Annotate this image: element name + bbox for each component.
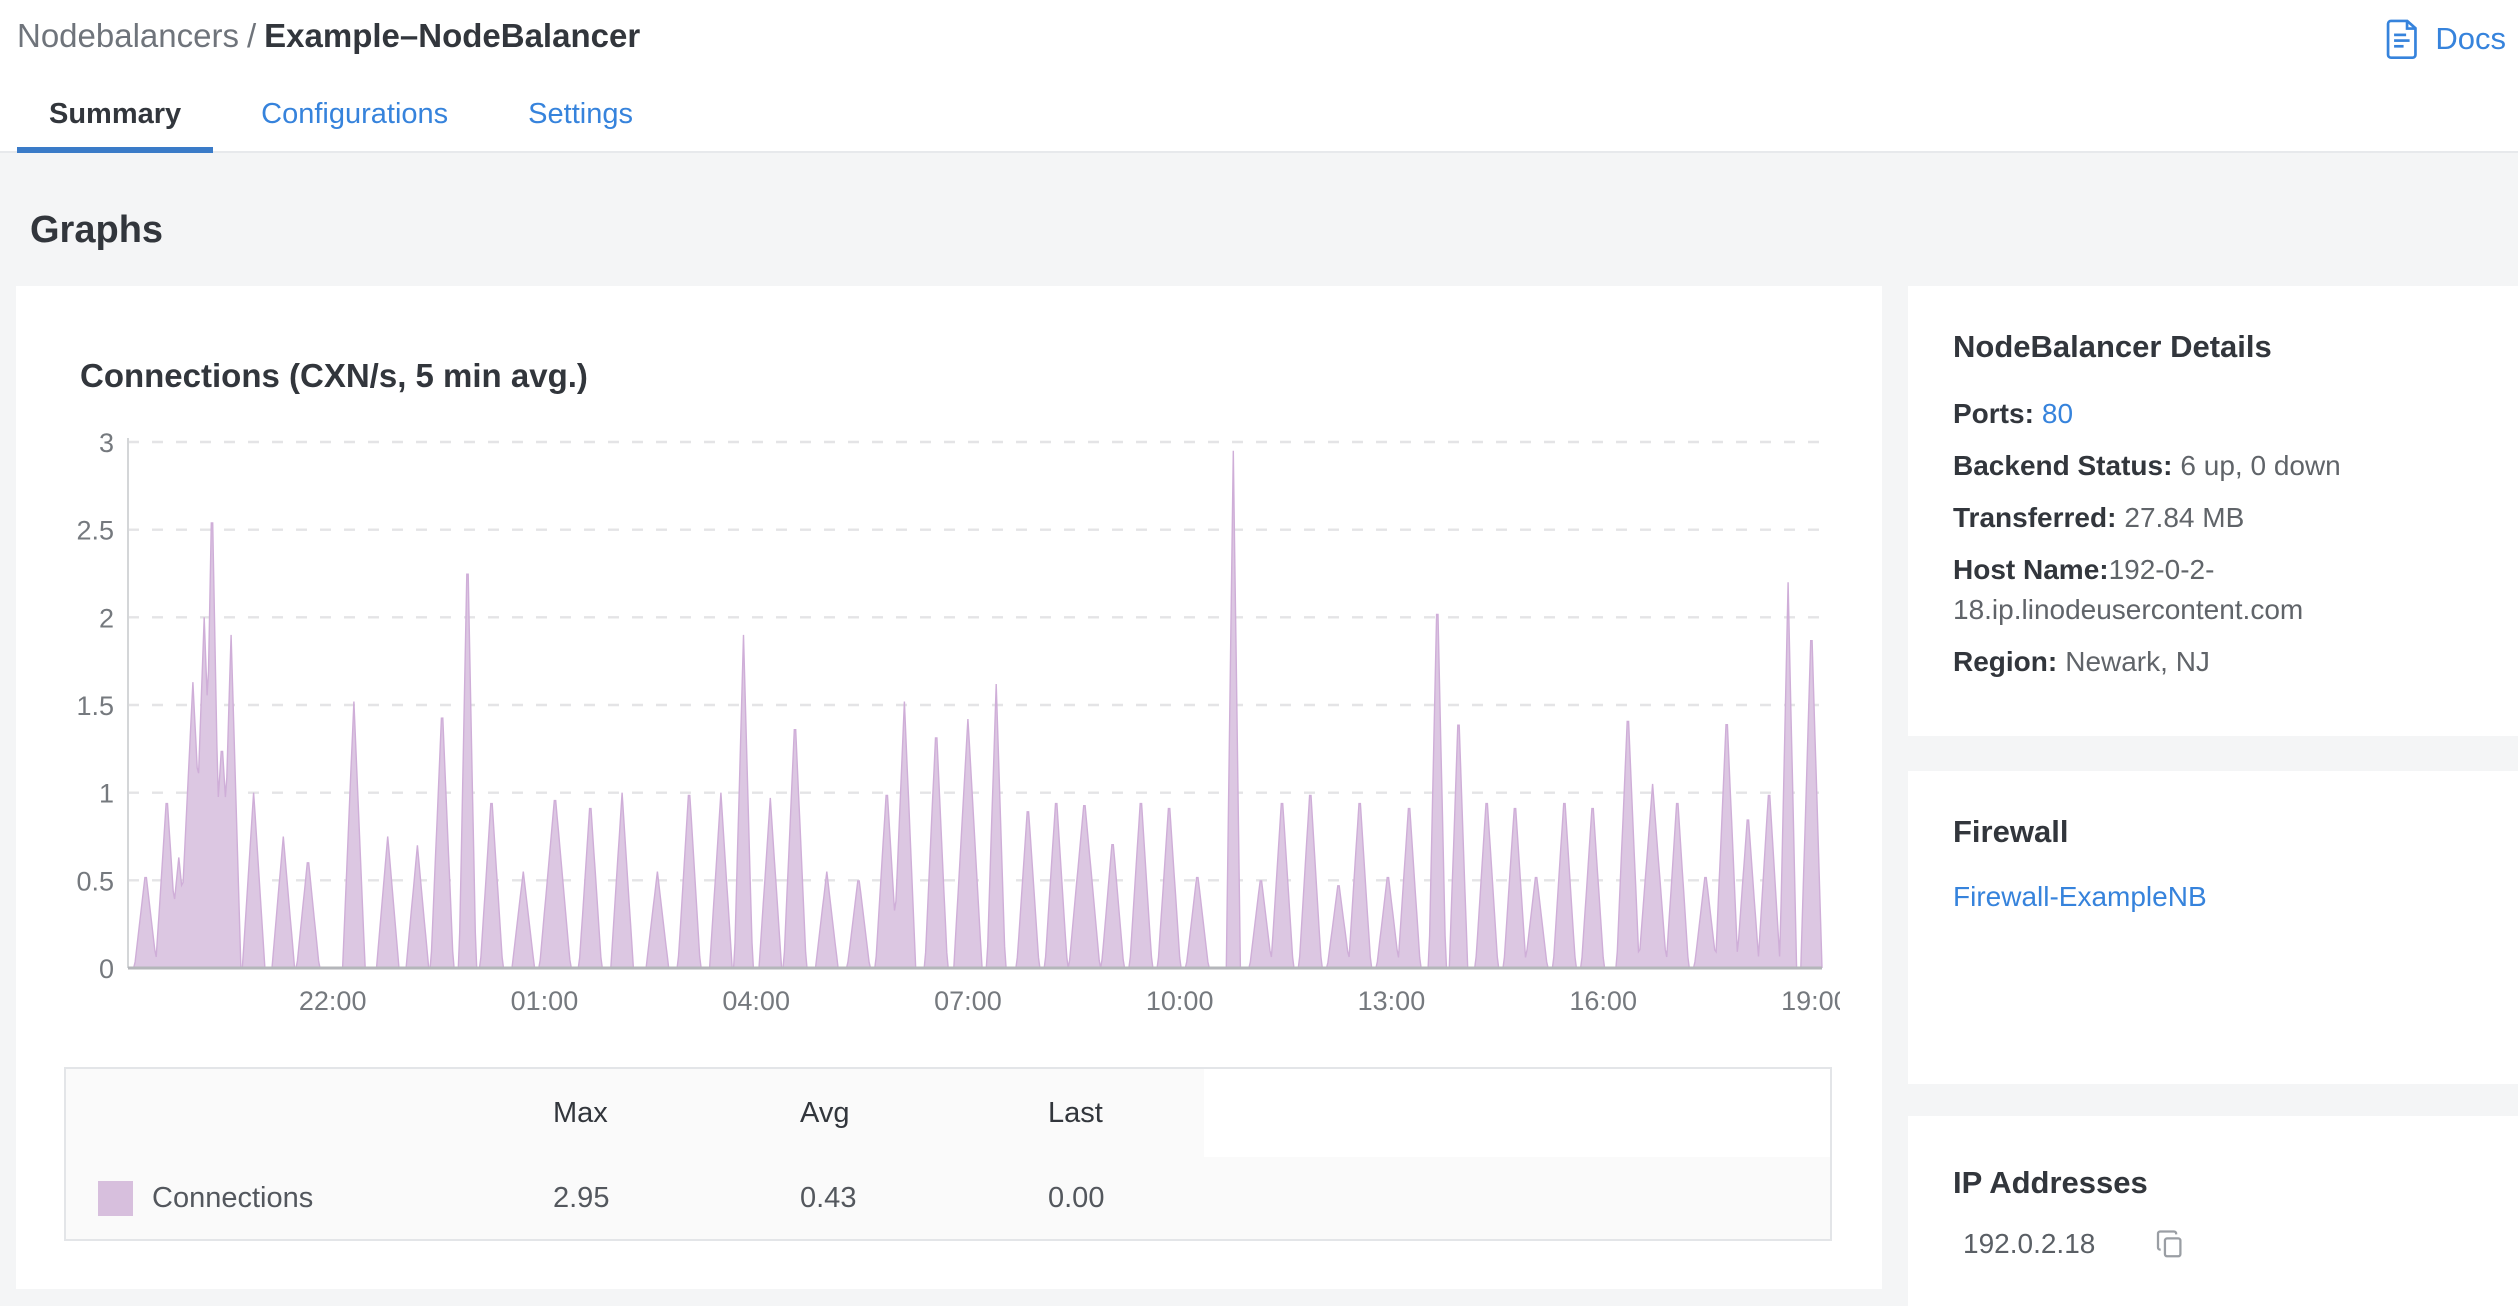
breadcrumb-separator: / — [246, 17, 257, 54]
connections-area-chart[interactable]: 0 0.5 1 1.5 2 2.5 3 22:00 01:00 04:00 07:00 10:00 13… — [64, 426, 1856, 1031]
svg-text:0: 0 — [99, 954, 114, 984]
ip-address-row: 192.0.2.18 — [1963, 1228, 2478, 1260]
breadcrumb-nodebalancers-link[interactable]: Nodebalancers — [17, 17, 239, 54]
legend-header-empty-cell — [1204, 1069, 1830, 1157]
legend-header-row: Max Avg Last — [66, 1069, 1830, 1157]
firewall-examplenb-link[interactable]: Firewall-ExampleNB — [1953, 881, 2207, 913]
port-80-link[interactable]: 80 — [2042, 398, 2073, 429]
tab-configurations[interactable]: Configurations — [229, 88, 480, 153]
legend-series-row: Connections 2.95 0.43 0.00 — [66, 1157, 1830, 1239]
connections-series-label: Connections — [152, 1181, 314, 1214]
svg-text:16:00: 16:00 — [1569, 986, 1637, 1016]
breadcrumb-current: Example–NodeBalancer — [264, 17, 641, 54]
ip-address-value: 192.0.2.18 — [1963, 1228, 2096, 1259]
legend-col-avg: Avg — [800, 1096, 850, 1129]
ip-addresses-title: IP Addresses — [1953, 1165, 2148, 1200]
svg-text:2.5: 2.5 — [76, 516, 114, 546]
tab-bar: Summary Configurations Settings — [0, 88, 2518, 153]
tab-summary[interactable]: Summary — [17, 88, 214, 153]
svg-text:10:00: 10:00 — [1146, 986, 1214, 1016]
detail-row-region: Region: Newark, NJ — [1953, 646, 2210, 677]
breadcrumb: Nodebalancers / Example–NodeBalancer — [0, 14, 2518, 58]
main-content: Graphs Connections (CXN/s, 5 min avg.) 0… — [0, 209, 2518, 1306]
legend-table: Max Avg Last Connections 2.95 0.43 0.00 — [64, 1067, 1832, 1241]
docs-link[interactable]: Docs — [2383, 18, 2506, 60]
svg-text:0.5: 0.5 — [76, 866, 114, 896]
svg-text:1: 1 — [99, 779, 114, 809]
detail-row-transferred: Transferred: 27.84 MB — [1953, 502, 2245, 533]
svg-text:04:00: 04:00 — [722, 986, 790, 1016]
legend-col-last: Last — [1048, 1096, 1103, 1129]
details-title: NodeBalancer Details — [1953, 329, 2272, 364]
nodebalancer-details-panel: NodeBalancer Details Ports: 80 Backend St… — [1908, 286, 2518, 736]
svg-text:13:00: 13:00 — [1358, 986, 1426, 1016]
tab-settings[interactable]: Settings — [496, 88, 665, 153]
svg-text:01:00: 01:00 — [511, 986, 579, 1016]
svg-text:22:00: 22:00 — [299, 986, 367, 1016]
legend-col-max: Max — [553, 1096, 608, 1129]
connections-max-value: 2.95 — [553, 1181, 610, 1214]
ip-addresses-panel: IP Addresses 192.0.2.18 — [1908, 1116, 2518, 1306]
svg-text:19:00: 19:00 — [1781, 986, 1840, 1016]
summary-sidebar: NodeBalancer Details Ports: 80 Backend St… — [1908, 286, 2518, 1306]
copy-ip-button[interactable] — [2155, 1228, 2185, 1260]
svg-text:1.5: 1.5 — [76, 691, 114, 721]
page-title: Graphs — [30, 209, 164, 251]
copy-icon — [2155, 1228, 2185, 1260]
svg-text:07:00: 07:00 — [934, 986, 1002, 1016]
detail-row-backend-status: Backend Status: 6 up, 0 down — [1953, 450, 2341, 481]
connections-series-swatch — [98, 1180, 133, 1216]
docs-label: Docs — [2435, 21, 2506, 56]
connections-last-value: 0.00 — [1048, 1181, 1105, 1214]
detail-row-host-name: Host Name:192-0-2-18.ip.linodeuserconten… — [1953, 554, 2304, 625]
svg-text:3: 3 — [99, 428, 114, 458]
detail-row-ports: Ports: 80 — [1953, 398, 2074, 429]
connections-graph-panel: Connections (CXN/s, 5 min avg.) 0 0.5 1 1.5… — [16, 286, 1882, 1289]
docs-icon — [2383, 18, 2421, 60]
connections-avg-value: 0.43 — [800, 1181, 857, 1214]
firewall-panel: Firewall Firewall-ExampleNB — [1908, 771, 2518, 1084]
chart-title: Connections (CXN/s, 5 min avg.) — [80, 357, 588, 394]
firewall-title: Firewall — [1953, 814, 2069, 849]
svg-text:2: 2 — [99, 603, 114, 633]
page-header: Nodebalancers / Example–NodeBalancer Docs … — [0, 0, 2518, 153]
